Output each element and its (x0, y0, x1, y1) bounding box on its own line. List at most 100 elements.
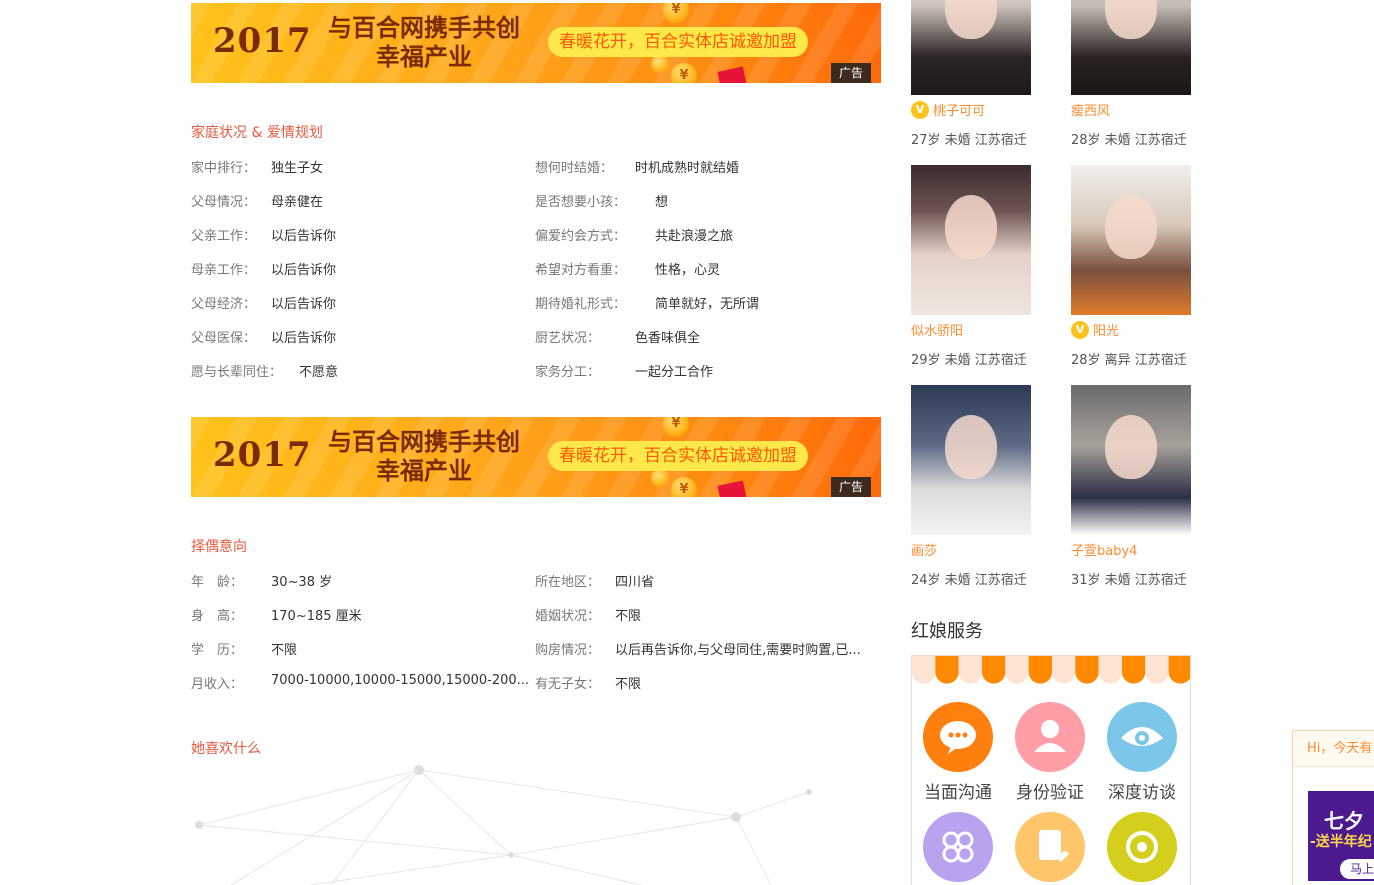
profile-name-text: 子萱baby4 (1071, 544, 1138, 559)
profile-photo[interactable] (1071, 0, 1191, 95)
ad-tag: 广告 (831, 63, 871, 83)
promo-card[interactable]: 七夕 -送半年纪 马上 (1308, 791, 1374, 881)
info-row: 期待婚礼形式： 简单就好，无所谓 (535, 293, 815, 312)
user-icon (1015, 702, 1085, 772)
circles-icon (923, 812, 993, 882)
info-row: 父母情况： 母亲健在 (191, 191, 451, 210)
service-item[interactable] (918, 812, 998, 885)
info-row: 希望对方看重： 性格，心灵 (535, 259, 815, 278)
info-label: 有无子女： (535, 677, 601, 692)
info-value: 以后告诉你 (271, 229, 337, 244)
info-label: 购房情况： (535, 643, 601, 658)
ad-banner-top[interactable]: ¥ ¥ ¥ 2017 与百合网携手共创 幸福产业 春暖花开，百合实体店诚邀加盟 … (191, 3, 881, 83)
info-value: 30~38 岁 (271, 575, 333, 590)
verified-badge-icon: V (911, 100, 929, 119)
promo-title: 七夕 (1324, 809, 1364, 833)
awning-stripe (1121, 656, 1146, 684)
profile-meta: 27岁 未婚 江苏宿迁 (911, 133, 1027, 148)
service-item[interactable]: 深度访谈 (1102, 702, 1182, 803)
info-label: 愿与长辈同住： (191, 365, 283, 380)
partner-section-title: 择偶意向 (191, 539, 247, 555)
ad-slogan: 与百合网携手共创 幸福产业 (309, 13, 539, 71)
info-value: 不限 (271, 643, 298, 658)
face-shape (1105, 0, 1157, 39)
info-label: 年 龄： (191, 575, 244, 590)
info-value: 以后告诉你 (271, 263, 337, 278)
info-row: 厨艺状况： 色香味俱全 (535, 327, 815, 346)
profile-name[interactable]: 似水骄阳 (911, 320, 963, 339)
coin-icon: ¥ (671, 477, 697, 497)
info-row: 父亲工作： 以后告诉你 (191, 225, 451, 244)
profile-name-text: 阳光 (1093, 324, 1120, 339)
service-label: 深度访谈 (1108, 783, 1176, 803)
info-label: 父母经济： (191, 297, 257, 312)
ad-year: 2017 (213, 435, 312, 475)
info-value: 共赴浪漫之旅 (655, 229, 734, 244)
coin-icon (651, 55, 669, 73)
profile-name[interactable]: 子萱baby4 (1071, 540, 1137, 559)
profile-name[interactable]: V 桃子可可 (911, 100, 985, 119)
info-label: 想何时结婚： (535, 161, 614, 176)
promo-button[interactable]: 马上 (1340, 859, 1374, 879)
promo-greeting: Hi，今天有 (1293, 731, 1374, 767)
profile-meta: 28岁 未婚 江苏宿迁 (1071, 133, 1187, 148)
info-value: 母亲健在 (271, 195, 324, 210)
family-section-title: 家庭状况 & 爱情规划 (191, 125, 323, 141)
ad-slogan-line2: 幸福产业 (376, 456, 472, 485)
refresh-icon (1107, 812, 1177, 882)
ad-slogan-line1: 与百合网携手共创 (328, 13, 520, 42)
info-label: 父亲工作： (191, 229, 257, 244)
info-value: 色香味俱全 (635, 331, 701, 346)
service-label: 当面沟通 (924, 783, 992, 803)
profile-photo[interactable] (911, 0, 1031, 95)
profile-name[interactable]: 画莎 (911, 540, 937, 559)
eye-icon (1107, 702, 1177, 772)
ad-banner-middle[interactable]: ¥ ¥ ¥ 2017 与百合网携手共创 幸福产业 春暖花开，百合实体店诚邀加盟 … (191, 417, 881, 497)
info-label: 家中排行： (191, 161, 257, 176)
info-value: 170~185 厘米 (271, 609, 362, 624)
info-row: 偏爱约会方式： 共赴浪漫之旅 (535, 225, 815, 244)
face-shape (1105, 195, 1157, 259)
profile-photo[interactable] (1071, 385, 1191, 535)
awning-stripe (912, 656, 936, 684)
info-value: 独生子女 (271, 161, 324, 176)
profile-photo[interactable] (911, 385, 1031, 535)
info-label: 希望对方看重： (535, 263, 627, 278)
info-row: 家务分工： 一起分工合作 (535, 361, 815, 380)
ad-pill: 春暖花开，百合实体店诚邀加盟 (548, 441, 808, 471)
awning-stripe (1028, 656, 1052, 684)
profile-name[interactable]: V 阳光 (1071, 320, 1119, 339)
service-item[interactable] (1010, 812, 1090, 885)
info-label: 偏爱约会方式： (535, 229, 627, 244)
info-value: 不愿意 (299, 365, 339, 380)
service-item[interactable]: 当面沟通 (918, 702, 998, 803)
profile-photo[interactable] (1071, 165, 1191, 315)
info-row: 学 历： 不限 (191, 639, 531, 658)
profile-photo[interactable] (911, 165, 1031, 315)
info-value: 时机成熟时就结婚 (635, 161, 740, 176)
face-shape (945, 415, 997, 479)
info-value: 以后再告诉你,与父母同住,需要时购置,已... (615, 643, 861, 658)
chat-icon (923, 702, 993, 772)
info-label: 学 历： (191, 643, 244, 658)
info-row: 是否想要小孩： 想 (535, 191, 815, 210)
info-label: 父母医保： (191, 331, 257, 346)
awning-stripe (1075, 656, 1099, 684)
verified-badge-icon: V (1071, 320, 1089, 339)
info-value: 不限 (615, 609, 642, 624)
profile-meta: 24岁 未婚 江苏宿迁 (911, 573, 1027, 588)
awning-stripe (1145, 656, 1169, 684)
service-item[interactable]: 身份验证 (1010, 702, 1090, 803)
ad-tag: 广告 (831, 477, 871, 497)
info-row: 购房情况： 以后再告诉你,与父母同住,需要时购置,已... (535, 639, 880, 658)
info-label: 家务分工： (535, 365, 601, 380)
info-value: 性格，心灵 (655, 263, 721, 278)
ad-slogan-line2: 幸福产业 (376, 42, 472, 71)
service-item[interactable] (1102, 812, 1182, 885)
profile-meta: 31岁 未婚 江苏宿迁 (1071, 573, 1187, 588)
network-decoration (195, 765, 812, 885)
profile-name-text: 瘦西风 (1071, 104, 1111, 119)
face-shape (945, 195, 997, 259)
floating-promo[interactable]: Hi，今天有 七夕 -送半年纪 马上 (1292, 730, 1374, 885)
profile-name[interactable]: 瘦西风 (1071, 100, 1110, 119)
